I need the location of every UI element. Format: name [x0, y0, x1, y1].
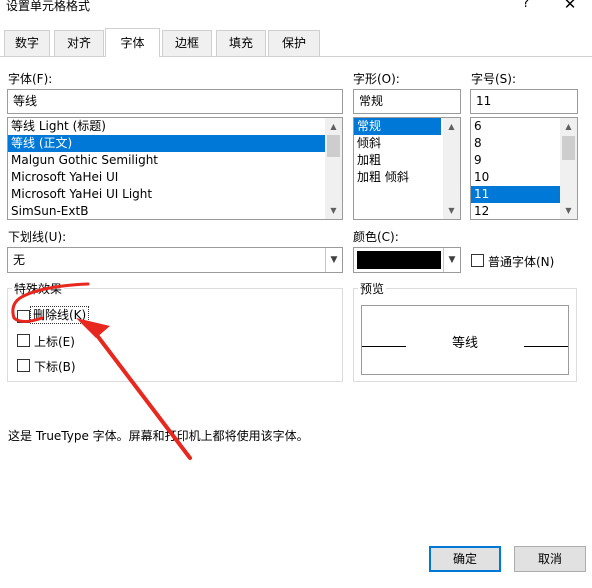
annotation-arrow	[11, 282, 192, 460]
tab-font[interactable]: 字体	[105, 28, 160, 57]
annotation-arrowhead	[76, 318, 110, 338]
annotation-stroke	[94, 332, 192, 460]
tab-divider	[0, 56, 592, 57]
annotation-stroke	[11, 282, 90, 323]
